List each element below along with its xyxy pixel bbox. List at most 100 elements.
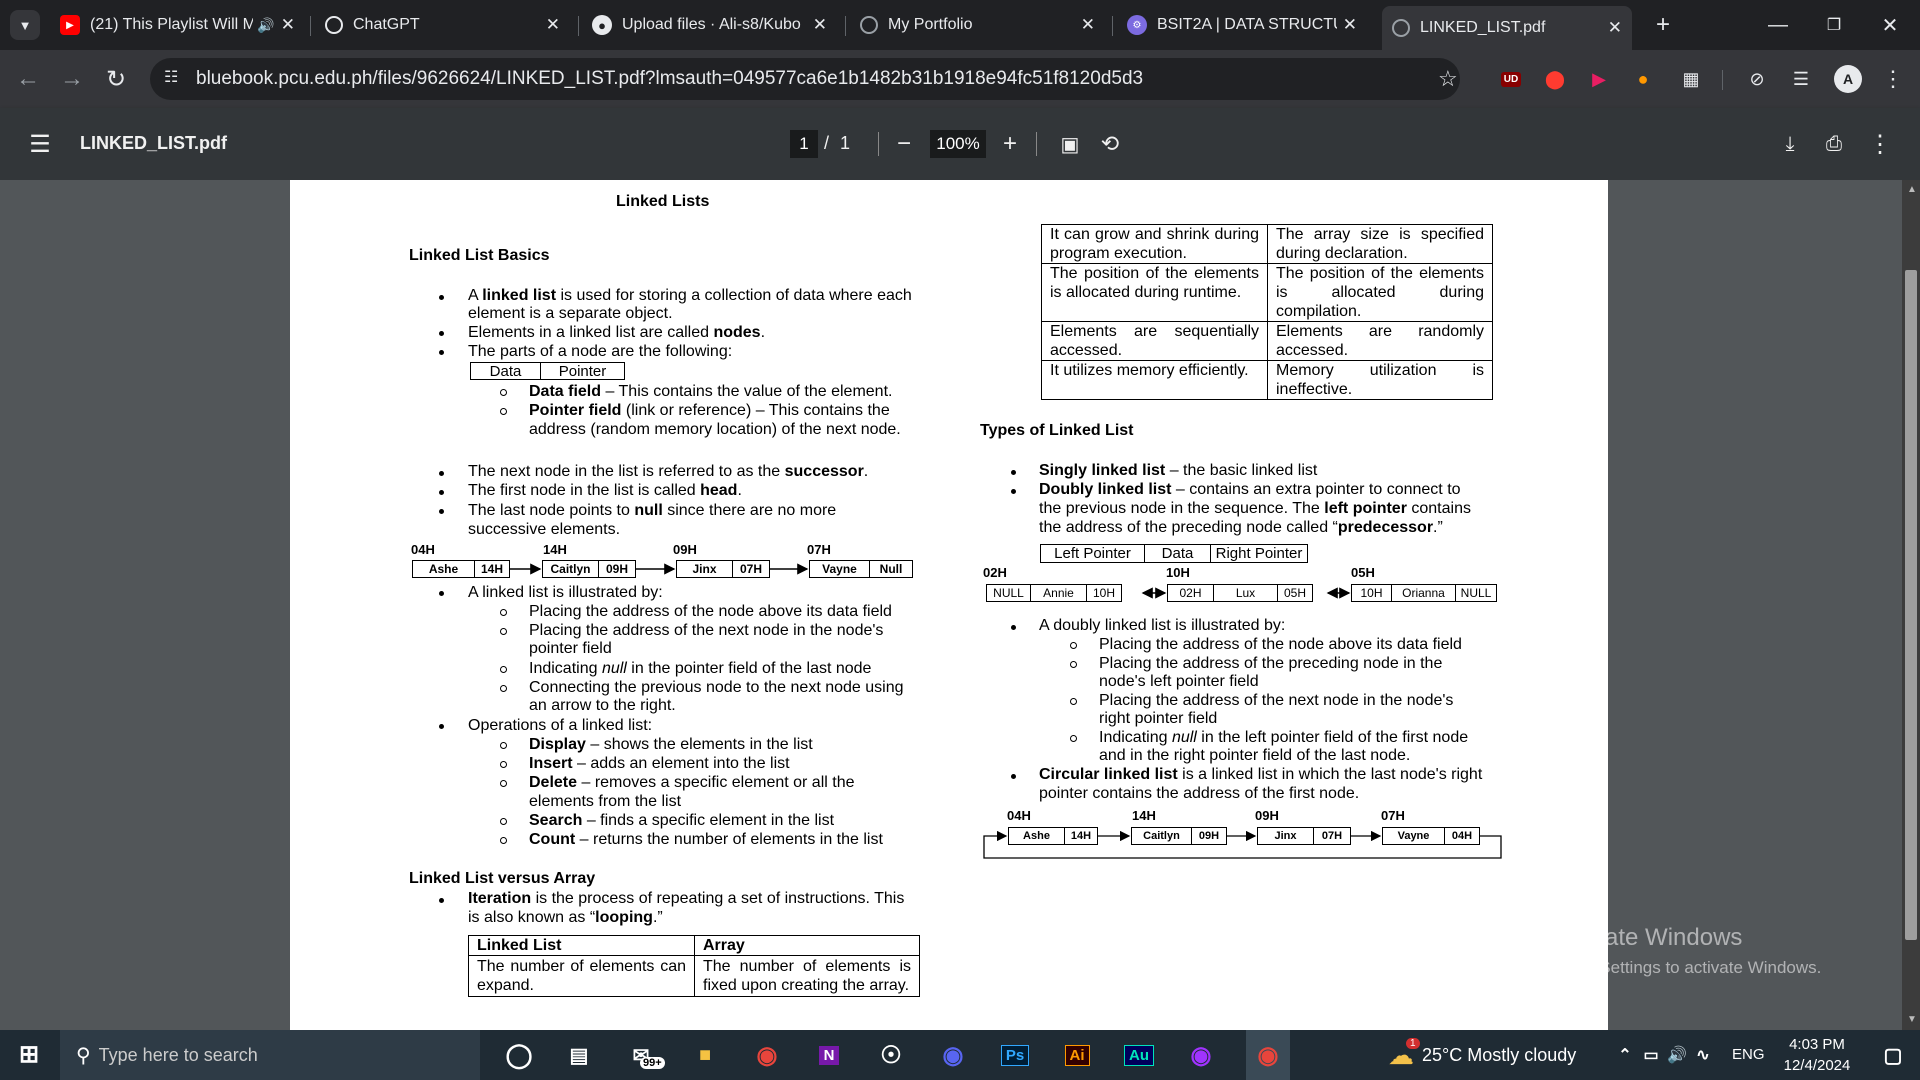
pdf-viewport[interactable]: Linked Lists Linked List Basics A linked… <box>0 180 1902 1030</box>
performance-icon[interactable]: ⊘ <box>1744 66 1770 92</box>
speaker-icon: 🔊 <box>257 16 275 33</box>
zoom-in-button[interactable]: + <box>994 128 1026 160</box>
pdf-page: Linked Lists Linked List Basics A linked… <box>290 180 1608 1030</box>
zoom-level-input[interactable]: 100% <box>930 130 986 158</box>
print-icon[interactable]: ⎙ <box>1818 128 1850 160</box>
windows-taskbar: ⊞ ⚲ Type here to search ◯ ▤ ✉ 99+ ■ ◉ N … <box>0 1030 1920 1080</box>
tab-title: Upload files · Ali-s8/Kubo <box>622 16 801 33</box>
rotate-icon[interactable]: ⟲ <box>1094 128 1126 160</box>
toolbar-divider <box>878 132 879 156</box>
more-actions-icon[interactable]: ⋮ <box>1864 128 1896 160</box>
page-total: 1 <box>840 133 851 153</box>
record-extension-icon[interactable]: ▶ <box>1586 66 1612 92</box>
weather-widget[interactable]: ☁ 1 25°C Mostly cloudy <box>1388 1030 1576 1080</box>
tab-search-dropdown[interactable]: ▼ <box>10 10 40 40</box>
pdf-filename: LINKED_LIST.pdf <box>80 133 227 153</box>
clock-time: 4:03 PM <box>1789 1036 1845 1053</box>
language-indicator[interactable]: ENG <box>1732 1046 1765 1063</box>
paragraph: Iteration is the process of repeating a … <box>468 890 905 907</box>
tab-strip: ▼ ▶ (21) This Playlist Will M 🔊 ✕ ChatGP… <box>0 0 1920 50</box>
media-queue-icon[interactable]: ☰ <box>1788 66 1814 92</box>
ublock-label: UD <box>1500 71 1522 87</box>
fit-page-icon[interactable]: ▣ <box>1054 128 1086 160</box>
close-window-button[interactable]: ✕ <box>1862 0 1918 50</box>
mail-icon[interactable]: ✉ 99+ <box>624 1039 665 1071</box>
sidebar-menu-icon[interactable]: ☰ <box>24 128 56 160</box>
close-tab-icon[interactable]: ✕ <box>1608 18 1622 38</box>
close-tab-icon[interactable]: ✕ <box>1343 15 1357 35</box>
scrollbar-thumb[interactable] <box>1905 270 1917 940</box>
tab-linked-list-pdf[interactable]: LINKED_LIST.pdf ✕ <box>1382 6 1632 50</box>
close-tab-icon[interactable]: ✕ <box>281 15 295 35</box>
file-explorer-icon[interactable]: ■ <box>688 1039 722 1071</box>
wifi-icon[interactable]: ∿ <box>1686 1039 1720 1071</box>
audition-icon[interactable]: Au <box>1122 1039 1156 1071</box>
mail-badge: 99+ <box>640 1057 665 1069</box>
onenote-icon[interactable]: N <box>812 1039 846 1071</box>
windows-start-icon[interactable]: ⊞ <box>12 1038 46 1070</box>
bookmark-star-icon[interactable]: ☆ <box>1438 66 1458 92</box>
address-bar[interactable]: ☷ bluebook.pcu.edu.ph/files/9626624/LINK… <box>150 58 1460 100</box>
youtube-icon: ▶ <box>60 15 80 35</box>
task-view-icon[interactable]: ▤ <box>562 1039 596 1071</box>
chrome-active-icon[interactable]: ◉ <box>1246 1030 1290 1080</box>
zoom-out-button[interactable]: − <box>888 128 920 160</box>
discord-icon[interactable]: ◉ <box>936 1039 970 1071</box>
chrome-icon[interactable]: ◉ <box>750 1039 784 1071</box>
browser-toolbar: ← → ↻ ☷ bluebook.pcu.edu.ph/files/962662… <box>0 50 1920 108</box>
tab-chatgpt[interactable]: ChatGPT ✕ <box>315 8 570 42</box>
close-tab-icon[interactable]: ✕ <box>813 15 827 35</box>
search-icon: ⚲ <box>76 1044 91 1067</box>
tab-classroom[interactable]: ⚙ BSIT2A | DATA STRUCTURE ✕ <box>1117 8 1367 42</box>
clock[interactable]: 4:03 PM 12/4/2024 <box>1772 1034 1862 1076</box>
restore-button[interactable]: ❐ <box>1806 0 1862 50</box>
tab-portfolio[interactable]: My Portfolio ✕ <box>850 8 1105 42</box>
vertical-scrollbar[interactable]: ▲ ▼ <box>1902 180 1920 1030</box>
activate-subtitle: Go to Settings to activate Windows. <box>1553 958 1822 977</box>
github-icon: ● <box>592 15 612 35</box>
messenger-icon[interactable]: ◉ <box>1184 1039 1218 1071</box>
scroll-up-arrow[interactable]: ▲ <box>1907 184 1917 195</box>
weather-text: 25°C Mostly cloudy <box>1422 1044 1577 1065</box>
tab-divider <box>1112 16 1113 36</box>
cortana-icon[interactable]: ◯ <box>502 1039 536 1071</box>
honey-extension-icon[interactable]: ● <box>1630 66 1656 92</box>
site-info-icon[interactable]: ☷ <box>164 67 178 87</box>
tab-title: LINKED_LIST.pdf <box>1420 19 1546 36</box>
illustrator-icon[interactable]: Ai <box>1060 1039 1094 1071</box>
back-button[interactable]: ← <box>10 61 46 97</box>
clock-date: 12/4/2024 <box>1783 1057 1851 1074</box>
scroll-down-arrow[interactable]: ▼ <box>1907 1014 1917 1025</box>
close-tab-icon[interactable]: ✕ <box>546 15 560 35</box>
taskbar-search[interactable]: ⚲ Type here to search <box>60 1030 480 1080</box>
tab-github[interactable]: ● Upload files · Ali-s8/Kubo ✕ <box>582 8 837 42</box>
tab-youtube[interactable]: ▶ (21) This Playlist Will M 🔊 ✕ <box>50 8 305 42</box>
photoshop-icon[interactable]: Ps <box>998 1039 1032 1071</box>
forward-button[interactable]: → <box>54 61 90 97</box>
page-separator: / <box>824 133 830 153</box>
section-heading-versus: Linked List versus Array <box>409 870 596 887</box>
globe-icon <box>860 16 878 34</box>
reload-button[interactable]: ↻ <box>98 61 134 97</box>
tab-divider <box>845 16 846 36</box>
profile-avatar[interactable]: A <box>1834 65 1862 93</box>
pdf-toolbar: ☰ LINKED_LIST.pdf 1 / 1 − 100% + ▣ ⟲ ⤓ ⎙… <box>0 108 1920 180</box>
classroom-icon: ⚙ <box>1127 15 1147 35</box>
extensions-puzzle-icon[interactable]: ▦ <box>1678 66 1704 92</box>
browser-menu-icon[interactable]: ⋮ <box>1880 66 1906 92</box>
ublock-extension-icon[interactable]: UD <box>1498 66 1524 92</box>
close-tab-icon[interactable]: ✕ <box>1081 15 1095 35</box>
tab-title: ChatGPT <box>353 16 420 33</box>
stop-extension-icon[interactable]: ⬤ <box>1542 66 1568 92</box>
table-cell: The number of elements can expand. <box>468 955 695 997</box>
obs-icon[interactable]: ☉ <box>874 1039 908 1071</box>
download-icon[interactable]: ⤓ <box>1774 128 1806 160</box>
activate-title: Activate Windows <box>1553 924 1743 951</box>
chatgpt-icon <box>325 16 343 34</box>
toolbar-divider <box>1036 132 1037 156</box>
url-text: bluebook.pcu.edu.ph/files/9626624/LINKED… <box>196 68 1144 89</box>
notification-center-icon[interactable]: ▢ <box>1876 1039 1910 1071</box>
page-number-input[interactable]: 1 <box>790 130 818 158</box>
minimize-button[interactable]: — <box>1750 0 1806 50</box>
new-tab-button[interactable]: + <box>1648 10 1678 40</box>
